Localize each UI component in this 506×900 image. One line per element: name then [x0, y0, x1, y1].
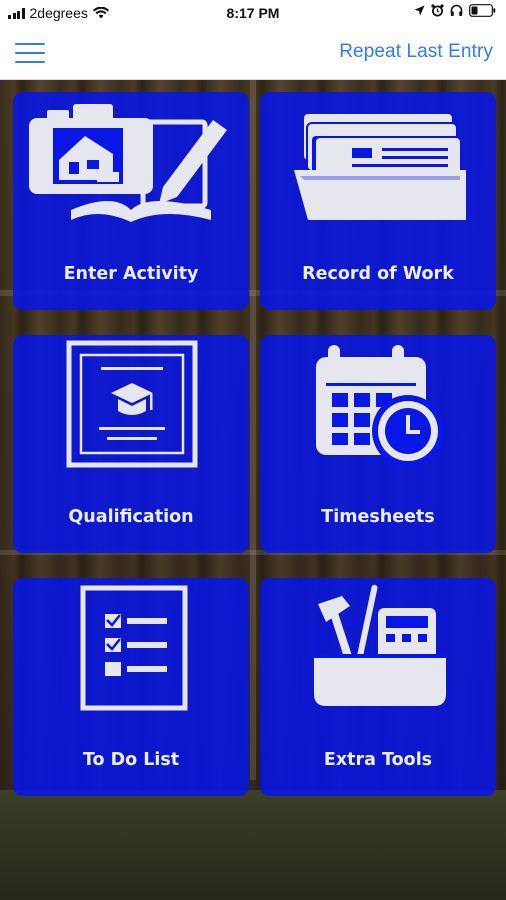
file-folder-icon — [294, 114, 466, 220]
tile-label: Extra Tools — [323, 750, 433, 770]
battery-icon — [469, 4, 496, 17]
status-bar: 2degrees 8:17 PM — [0, 0, 506, 28]
headphones-icon — [450, 4, 463, 16]
nav-bar: Repeat Last Entry — [0, 28, 506, 80]
repeat-last-entry-button[interactable]: Repeat Last Entry — [339, 41, 493, 63]
activity-camera-notebook-icon — [29, 104, 227, 222]
toolbox-icon — [314, 584, 446, 706]
hamburger-menu-icon[interactable] — [14, 40, 46, 66]
tile-qualification[interactable]: Qualification — [13, 335, 249, 553]
location-arrow-icon — [414, 5, 425, 16]
status-right — [414, 4, 496, 17]
certificate-icon — [66, 340, 198, 468]
alarm-icon — [431, 4, 444, 17]
tile-label: Record of Work — [302, 264, 454, 284]
tile-label: To Do List — [82, 750, 180, 770]
checklist-icon — [80, 585, 188, 711]
tile-label: Qualification — [68, 507, 194, 527]
tile-enter-activity[interactable]: Enter Activity — [13, 92, 249, 310]
tile-label: Enter Activity — [63, 264, 199, 284]
tile-record-of-work[interactable]: Record of Work — [260, 92, 496, 310]
tile-extra-tools[interactable]: Extra Tools — [260, 578, 496, 796]
calendar-clock-icon — [316, 345, 444, 467]
tile-label: Timesheets — [321, 507, 435, 527]
tile-timesheets[interactable]: Timesheets — [260, 335, 496, 553]
tile-to-do-list[interactable]: To Do List — [13, 578, 249, 796]
